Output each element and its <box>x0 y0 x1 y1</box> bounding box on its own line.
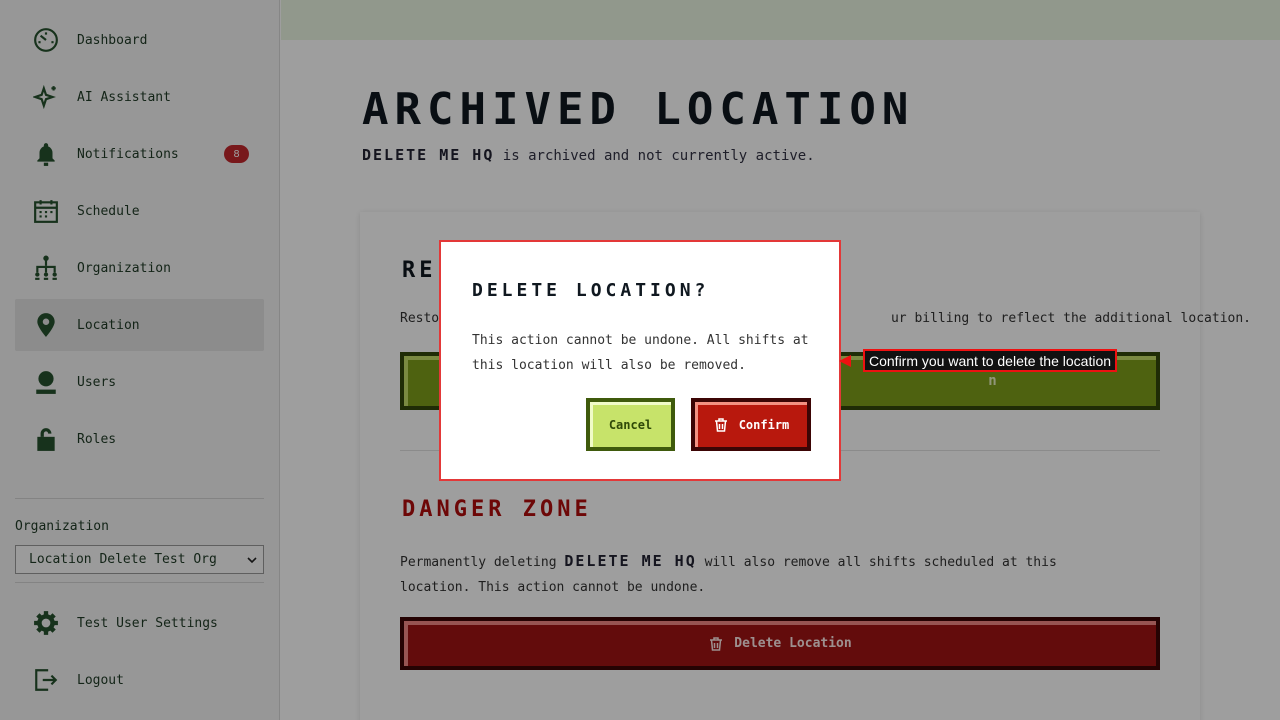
trash-icon <box>714 417 727 432</box>
hint-tooltip: Confirm you want to delete the location <box>863 349 1118 372</box>
cancel-button[interactable]: Cancel <box>586 398 675 451</box>
confirm-delete-button[interactable]: Confirm <box>691 398 811 451</box>
delete-location-dialog: DELETE LOCATION? This action cannot be u… <box>439 240 841 481</box>
dialog-title: DELETE LOCATION? <box>472 280 710 301</box>
dialog-message: This action cannot be undone. All shifts… <box>472 333 809 373</box>
hint-arrow <box>839 355 851 367</box>
cancel-label: Cancel <box>608 417 653 432</box>
confirm-label: Confirm <box>738 417 790 432</box>
